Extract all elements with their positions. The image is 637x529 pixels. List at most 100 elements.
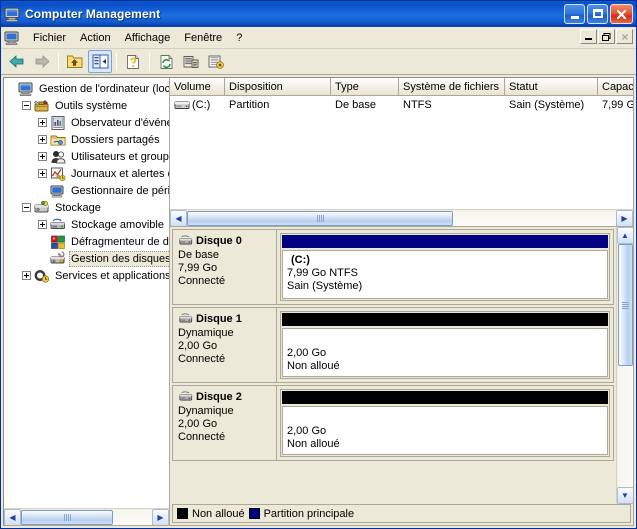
- volume-list-body[interactable]: (C:) Partition De base NTFS Sain (Système) 7,…: [170, 96, 633, 209]
- toolbar-separator: [58, 52, 59, 71]
- tree-node-label: Stockage: [55, 201, 101, 214]
- volume-row[interactable]: (C:) Partition De base NTFS Sain (Système) 7,…: [170, 96, 633, 113]
- help-button[interactable]: [204, 50, 228, 73]
- volume-column-header-1[interactable]: Disposition: [225, 78, 331, 96]
- disk-info-panel[interactable]: Disque 2 Dynamique 2,00 Go Connecté: [173, 386, 277, 460]
- disk-icon: [178, 390, 194, 404]
- tree-node-label: Gestion des disques: [69, 250, 169, 267]
- title-bar[interactable]: Computer Management: [1, 1, 636, 27]
- tree-node-4[interactable]: Utilisateurs et groupe: [6, 148, 169, 165]
- tree-node-label: Défragmenteur de dis: [71, 235, 169, 248]
- volume-scroll-thumb[interactable]: [187, 210, 453, 226]
- expand-icon[interactable]: [38, 152, 47, 161]
- close-button[interactable]: [610, 4, 633, 24]
- tree-node-2[interactable]: Observateur d'événe: [6, 114, 169, 131]
- menu-item-action[interactable]: Action: [73, 30, 118, 46]
- volume-scroll-track[interactable]: [187, 210, 616, 226]
- disk-state: Connecté: [178, 431, 226, 443]
- partition-details: 2,00 Go Non alloué: [282, 328, 608, 377]
- disk-list[interactable]: Disque 0 De base 7,99 Go Connecté (C:) 7,99 G…: [170, 227, 616, 504]
- menu-item-fenetre[interactable]: Fenêtre: [177, 30, 229, 46]
- tree-scroll-left-button[interactable]: ◀: [4, 508, 21, 525]
- refresh-button[interactable]: [154, 50, 178, 73]
- up-one-level-button[interactable]: [63, 50, 87, 73]
- console-icon: [4, 30, 20, 46]
- minimize-child-button[interactable]: [580, 29, 597, 44]
- tree-node-10[interactable]: Gestion des disques: [6, 250, 169, 267]
- tree-scroll-right-button[interactable]: ▶: [152, 508, 169, 525]
- legend-swatch: [177, 508, 188, 519]
- disk-scroll-thumb[interactable]: [617, 244, 633, 366]
- partition-block[interactable]: 2,00 Go Non alloué: [280, 389, 610, 457]
- legend-label: Non alloué: [192, 507, 245, 520]
- tree-node-3[interactable]: Dossiers partagés: [6, 131, 169, 148]
- volume-column-header-2[interactable]: Type: [331, 78, 399, 96]
- tree-node-label: Gestionnaire de périp: [71, 184, 169, 197]
- menu-item-help[interactable]: ?: [229, 30, 249, 46]
- volume-cell-status: Sain (Système): [509, 98, 585, 111]
- disk-kind: Dynamique: [178, 405, 234, 417]
- volume-column-header-0[interactable]: Volume: [170, 78, 225, 96]
- restore-child-button[interactable]: [598, 29, 615, 44]
- disk-row[interactable]: Disque 1 Dynamique 2,00 Go Connecté 2,00 Go N…: [172, 307, 614, 383]
- disk-scroll-down-button[interactable]: ▼: [616, 487, 633, 504]
- menu-bar: Fichier Action Affichage Fenêtre ?: [1, 27, 636, 49]
- menu-item-affichage[interactable]: Affichage: [118, 30, 178, 46]
- legend-item: Non alloué: [177, 508, 245, 520]
- volume-cell-filesystem: NTFS: [403, 98, 432, 111]
- tree-scroll-thumb[interactable]: [21, 509, 113, 525]
- disk-size: 2,00 Go: [178, 418, 218, 430]
- partition-block[interactable]: (C:) 7,99 Go NTFS Sain (Système): [280, 233, 610, 301]
- volume-column-header-4[interactable]: Statut: [505, 78, 598, 96]
- tree-node-7[interactable]: Stockage: [6, 199, 169, 216]
- partition-details: (C:) 7,99 Go NTFS Sain (Système): [282, 250, 608, 299]
- show-hide-console-tree-button[interactable]: [88, 50, 112, 73]
- tree-node-5[interactable]: Journaux et alertes d: [6, 165, 169, 182]
- expand-icon[interactable]: [38, 220, 47, 229]
- tree-node-9[interactable]: Défragmenteur de dis: [6, 233, 169, 250]
- disk-state: Connecté: [178, 275, 226, 287]
- volume-column-header-3[interactable]: Système de fichiers: [399, 78, 505, 96]
- minimize-button[interactable]: [564, 4, 585, 24]
- volume-cell-disposition: Partition: [229, 98, 270, 111]
- tree-node-1[interactable]: Outils système: [6, 97, 169, 114]
- expand-icon[interactable]: [22, 271, 31, 280]
- expand-icon[interactable]: [38, 169, 47, 178]
- tree-scroll-track[interactable]: [21, 509, 152, 525]
- window-controls: [564, 4, 634, 24]
- volume-scroll-right-button[interactable]: ▶: [616, 209, 633, 226]
- maximize-button[interactable]: [587, 4, 608, 24]
- disk-row[interactable]: Disque 0 De base 7,99 Go Connecté (C:) 7,99 G…: [172, 229, 614, 305]
- mdi-child-window: Gestion de l'ordinateur (local) Outils sy…: [3, 77, 634, 526]
- disk-title: Disque 1: [178, 312, 276, 326]
- tree-horizontal-scrollbar[interactable]: ◀ ▶: [4, 508, 169, 525]
- export-list-button[interactable]: [179, 50, 203, 73]
- menu-item-fichier[interactable]: Fichier: [26, 30, 73, 46]
- volume-list: Volume Disposition Type Système de fichiers…: [170, 78, 633, 226]
- tree-node-0[interactable]: Gestion de l'ordinateur (local): [6, 80, 169, 97]
- tree-node-label: Outils système: [55, 99, 128, 112]
- volume-column-header-5[interactable]: Capacité: [598, 78, 633, 96]
- disk-row[interactable]: Disque 2 Dynamique 2,00 Go Connecté 2,00 Go N…: [172, 385, 614, 461]
- properties-button[interactable]: [121, 50, 145, 73]
- expand-icon[interactable]: [38, 135, 47, 144]
- tree-node-11[interactable]: Services et applications: [6, 267, 169, 284]
- partition-block[interactable]: 2,00 Go Non alloué: [280, 311, 610, 379]
- disk-info-panel[interactable]: Disque 1 Dynamique 2,00 Go Connecté: [173, 308, 277, 382]
- collapse-icon[interactable]: [22, 101, 31, 110]
- volume-cell-type: De base: [335, 98, 376, 111]
- volume-list-horizontal-scrollbar[interactable]: ◀ ▶: [170, 209, 633, 226]
- disk-scroll-up-button[interactable]: ▲: [616, 227, 633, 244]
- tree-node-label: Dossiers partagés: [71, 133, 160, 146]
- console-tree[interactable]: Gestion de l'ordinateur (local) Outils sy…: [4, 78, 169, 508]
- disk-scroll-track[interactable]: [617, 244, 633, 487]
- tree-node-6[interactable]: Gestionnaire de périp: [6, 182, 169, 199]
- partition-status: Sain (Système): [287, 280, 363, 292]
- disk-view-vertical-scrollbar[interactable]: ▲ ▼: [616, 227, 633, 504]
- volume-scroll-left-button[interactable]: ◀: [170, 209, 187, 226]
- collapse-icon[interactable]: [22, 203, 31, 212]
- disk-info-panel[interactable]: Disque 0 De base 7,99 Go Connecté: [173, 230, 277, 304]
- tree-node-8[interactable]: Stockage amovible: [6, 216, 169, 233]
- expand-icon[interactable]: [38, 118, 47, 127]
- back-button[interactable]: [5, 50, 29, 73]
